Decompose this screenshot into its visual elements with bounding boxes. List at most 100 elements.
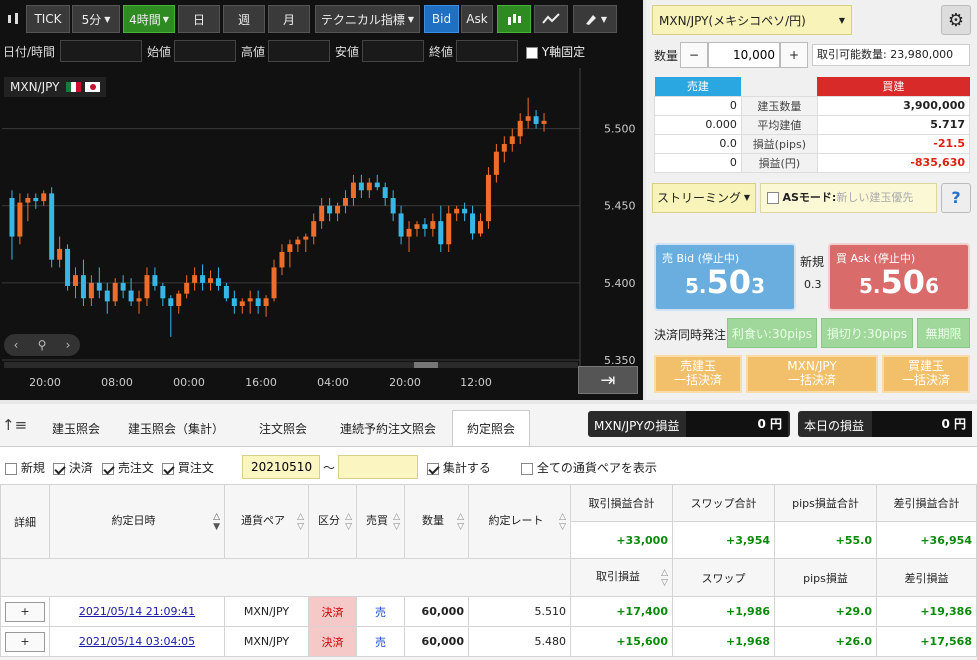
help-button[interactable]: ?: [941, 183, 971, 213]
candle-body: [517, 120, 523, 137]
filter-new[interactable]: 新規: [5, 459, 45, 476]
col-detail: 詳細: [0, 484, 50, 559]
col-swap: スワップ: [672, 558, 775, 597]
bid-sell-button[interactable]: 売 Bid (停止中) 5.503: [654, 243, 796, 311]
take-profit-button[interactable]: 利食い:30pips: [727, 318, 817, 348]
candle-style-button[interactable]: [497, 5, 531, 33]
sort-list-icon[interactable]: ↑≡: [2, 416, 27, 434]
jump-latest-button[interactable]: ⇥: [578, 366, 638, 394]
qty-input[interactable]: [708, 42, 780, 68]
filter-new-label: 新規: [20, 461, 45, 475]
dropdown-arrow-icon: ▼: [162, 14, 169, 24]
pair-dropdown[interactable]: MXN/JPY(メキシコペソ/円) ▼: [652, 5, 852, 35]
col-trade-label: 取引損益: [596, 569, 641, 583]
candle-body: [382, 187, 388, 198]
col-rate[interactable]: 約定レート △ ▽: [468, 484, 571, 559]
date-to-input[interactable]: [338, 455, 418, 479]
qty-decrement-button[interactable]: −: [680, 42, 708, 68]
table-row: + 2021/05/14 03:04:05 MXN/JPY 決済 売 60,00…: [0, 626, 977, 657]
close-all-pair-button[interactable]: MXN/JPY 一括決済: [746, 355, 878, 393]
all-pairs-checkbox[interactable]: 全ての通貨ペアを表示: [521, 459, 657, 476]
filter-buy[interactable]: 買注文: [162, 459, 214, 476]
interval-dropdown[interactable]: 5分 ▼: [72, 5, 120, 33]
row-rate: 5.480: [468, 626, 571, 657]
sort-icon: △ ▽: [559, 511, 566, 532]
close-all-buy-button[interactable]: 買建玉 一括決済: [882, 355, 970, 393]
bid-price-last: 3: [751, 274, 765, 299]
col-pair[interactable]: 通貨ペア △ ▽: [224, 484, 309, 559]
col-datetime[interactable]: 約定日時 △ ▼: [49, 484, 225, 559]
timeframe-dropdown[interactable]: 4時間 ▼: [123, 5, 175, 33]
month-button[interactable]: 月: [268, 5, 310, 33]
bid-toggle[interactable]: Bid: [424, 5, 459, 33]
day-button[interactable]: 日: [178, 5, 220, 33]
available-qty: 取引可能数量: 23,980,000: [812, 44, 970, 66]
new-label: 新規: [800, 255, 825, 269]
tab-orders[interactable]: 注文照会: [240, 410, 326, 446]
total-net: +36,954: [876, 521, 977, 559]
execution-datetime-link[interactable]: 2021/05/14 03:04:05: [79, 635, 195, 648]
spacer: [741, 77, 817, 96]
candle-body: [128, 290, 134, 302]
position-row: 0.0 損益(pips) -21.5: [654, 133, 971, 154]
tab-ifd-orders[interactable]: 連続予約注文照会: [330, 410, 446, 446]
streaming-dropdown[interactable]: ストリーミング ▼: [652, 183, 756, 213]
line-style-button[interactable]: [534, 5, 568, 33]
col-pips: pips損益: [774, 558, 877, 597]
sell-value: 0: [654, 95, 742, 116]
candle-body: [446, 213, 452, 245]
total-swap: +3,954: [672, 521, 775, 559]
tab-positions-summary[interactable]: 建玉照会（集計）: [118, 410, 234, 446]
filter-buy-label: 買注文: [177, 461, 214, 475]
ask-toggle[interactable]: Ask: [461, 5, 493, 33]
aggregate-checkbox[interactable]: 集計する: [427, 459, 491, 476]
candle-body: [374, 182, 380, 188]
scroll-right-icon[interactable]: ›: [66, 338, 71, 352]
tab-positions[interactable]: 建玉照会: [38, 410, 114, 446]
tick-button[interactable]: TICK: [26, 5, 70, 33]
chart-scrollbar[interactable]: [4, 362, 578, 368]
execution-datetime-link[interactable]: 2021/05/14 21:09:41: [79, 605, 195, 618]
col-side[interactable]: 売買 △ ▽: [356, 484, 405, 559]
filter-settle[interactable]: 決済: [53, 459, 93, 476]
candle-body: [160, 285, 166, 299]
col-pips-total: pips損益合計: [774, 484, 877, 522]
gear-icon[interactable]: ⚙: [941, 5, 971, 35]
candle-body: [136, 298, 142, 302]
streaming-label: ストリーミング: [657, 191, 742, 205]
candle-body: [485, 174, 491, 222]
btn2-line1: MXN/JPY: [787, 359, 837, 374]
ask-buy-button[interactable]: 買 Ask (停止中) 5.506: [828, 243, 970, 311]
candle-chart-icon[interactable]: [3, 5, 23, 33]
as-mode-checkbox[interactable]: ASモード:新しい建玉優先: [760, 183, 937, 213]
col-qty[interactable]: 数量 △ ▽: [404, 484, 469, 559]
btn3-line2: 一括決済: [901, 373, 950, 387]
today-pl-value: 0 円: [872, 411, 972, 437]
expand-row-button[interactable]: +: [5, 601, 45, 622]
dropdown-arrow-icon: ▼: [600, 14, 608, 24]
filter-sell[interactable]: 売注文: [102, 459, 154, 476]
scroll-left-icon[interactable]: ‹: [14, 338, 19, 352]
candle-body: [327, 205, 333, 214]
row-label: 平均建値: [740, 114, 818, 135]
tab-executions[interactable]: 約定照会: [452, 410, 530, 446]
zoom-icon[interactable]: ⚲: [38, 338, 47, 352]
y-tick-label: 5.500: [604, 123, 636, 136]
row-qty: 60,000: [404, 596, 469, 627]
draw-tool-dropdown[interactable]: ▼: [573, 5, 617, 33]
scrollbar-thumb[interactable]: [414, 362, 438, 368]
close-all-sell-button[interactable]: 売建玉 一括決済: [654, 355, 742, 393]
col-trade[interactable]: 取引損益 △ ▽: [570, 558, 673, 597]
week-button[interactable]: 週: [223, 5, 265, 33]
qty-increment-button[interactable]: +: [780, 42, 808, 68]
yfix-checkbox[interactable]: Y軸固定: [526, 43, 585, 60]
date-from-input[interactable]: [242, 455, 320, 479]
expiry-button[interactable]: 無期限: [917, 318, 970, 348]
stop-loss-button[interactable]: 損切り:30pips: [821, 318, 913, 348]
price-chart[interactable]: 5.5005.4505.4005.35020:00 08:00 00:00 16:00…: [0, 68, 643, 400]
arrow-right-end-icon: ⇥: [600, 369, 616, 391]
col-kind[interactable]: 区分 △ ▽: [308, 484, 357, 559]
expand-row-button[interactable]: +: [5, 631, 45, 652]
indicator-dropdown[interactable]: テクニカル指標 ▼: [315, 5, 420, 33]
candle-body: [478, 221, 483, 234]
